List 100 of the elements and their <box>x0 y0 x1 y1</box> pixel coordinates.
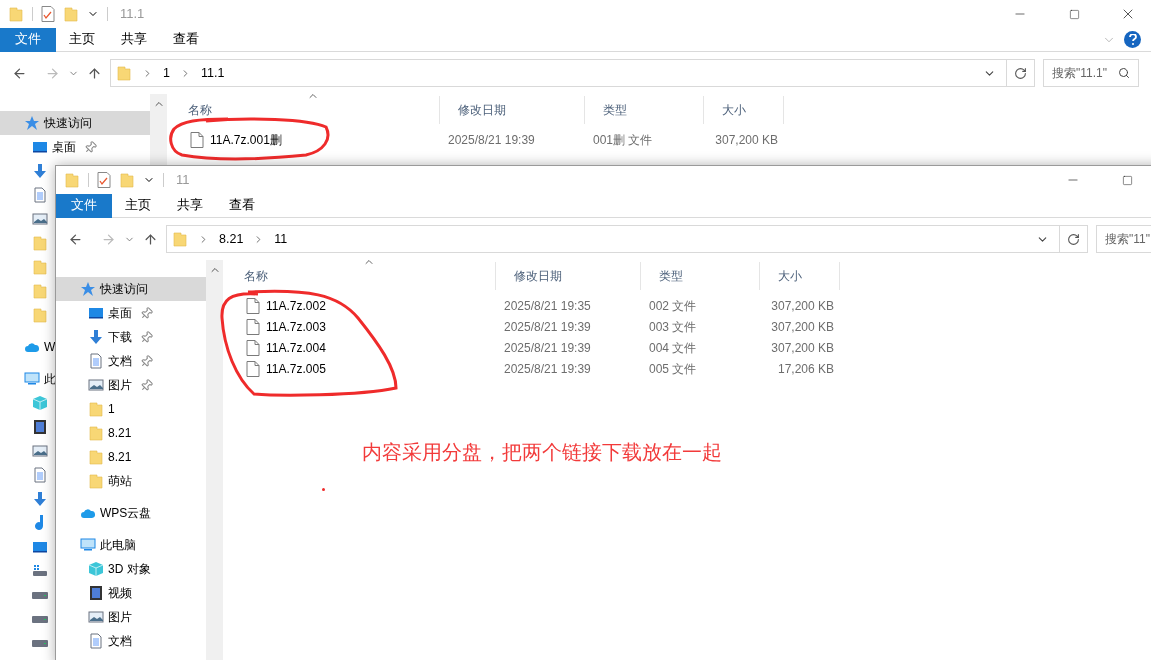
down-arrow-icon <box>32 163 48 179</box>
breadcrumb[interactable]: 1 <box>163 63 170 83</box>
date-cell-text: 2025/8/21 19:39 <box>447 131 536 149</box>
ribbon-tab[interactable]: 主页 <box>56 27 108 52</box>
file-menu-tab[interactable]: 文件 <box>0 27 56 52</box>
address-bar[interactable]: 8.21 11 <box>166 225 1088 253</box>
file-name[interactable]: 11A.7z.004 <box>266 338 326 357</box>
back-icon[interactable] <box>12 65 27 81</box>
size-cell-text: 307,200 KB <box>770 318 835 336</box>
column-header[interactable]: 大小 <box>704 96 784 124</box>
sidebar-item[interactable]: 萌站 <box>56 469 139 493</box>
forward-icon[interactable] <box>45 65 60 81</box>
document-icon <box>32 187 48 203</box>
back-icon[interactable] <box>68 231 83 247</box>
film-icon <box>32 419 48 435</box>
computer-icon <box>24 371 40 387</box>
file-icon <box>246 297 260 314</box>
ribbon-tab[interactable]: 查看 <box>216 193 268 218</box>
type-cell-text: 001删 文件 <box>592 131 654 149</box>
picture-icon <box>32 443 48 459</box>
ribbon-tab[interactable]: 查看 <box>160 27 212 52</box>
up-icon[interactable] <box>143 231 158 247</box>
properties-icon[interactable] <box>97 172 111 188</box>
file-name[interactable]: 11A.7z.003 <box>266 317 326 336</box>
picture-icon <box>88 377 104 393</box>
address-bar[interactable]: 1 11.1 <box>110 59 1035 87</box>
sidebar-item[interactable]: W <box>0 335 59 359</box>
sidebar-item[interactable]: 快速访问 <box>56 277 206 301</box>
column-header[interactable]: 修改日期 <box>440 96 585 124</box>
search-field[interactable]: 搜索"11" <box>1096 225 1151 253</box>
type-cell-text: 004 文件 <box>648 339 698 357</box>
column-header[interactable]: 大小 <box>760 262 840 290</box>
file-name[interactable]: 11A.7z.005 <box>266 359 326 378</box>
sidebar-item[interactable]: 桌面 <box>56 301 156 325</box>
folder-icon <box>32 283 48 299</box>
scrollbar[interactable] <box>206 260 223 660</box>
drive-icon <box>32 639 48 647</box>
folder-icon <box>63 6 79 22</box>
type-cell-text: 003 文件 <box>648 318 698 336</box>
sidebar-item[interactable]: 图片 <box>56 605 135 629</box>
search-field[interactable]: 搜索"11.1" <box>1043 59 1139 87</box>
column-header[interactable]: 名称 <box>226 262 496 290</box>
sidebar-item[interactable]: 3D 对象 <box>56 557 154 581</box>
type-cell-text: 002 文件 <box>648 297 698 315</box>
forward-icon[interactable] <box>101 231 116 247</box>
date-cell-text: 2025/8/21 19:35 <box>503 297 592 315</box>
column-header[interactable]: 名称 <box>170 96 440 124</box>
file-name[interactable]: 11A.7z.001删 <box>210 130 282 149</box>
folder-icon <box>116 65 132 81</box>
file-icon <box>246 339 260 356</box>
folder-icon <box>32 259 48 275</box>
folder-icon <box>64 172 80 188</box>
file-name[interactable]: 11A.7z.002 <box>266 296 326 315</box>
monitor-icon <box>88 305 104 321</box>
sidebar-item[interactable]: 8.21 <box>56 421 139 445</box>
type-cell-text: 005 文件 <box>648 360 698 378</box>
star-icon <box>80 281 96 297</box>
ribbon-tab[interactable]: 共享 <box>164 193 216 218</box>
ribbon-tab[interactable]: 共享 <box>108 27 160 52</box>
sidebar-item[interactable]: 图片 <box>56 373 156 397</box>
breadcrumb[interactable]: 11 <box>274 229 288 249</box>
sidebar-item[interactable]: 文档 <box>56 629 135 653</box>
ribbon-tab[interactable]: 主页 <box>112 193 164 218</box>
drive-icon <box>32 563 48 579</box>
sidebar-item[interactable]: 快速访问 <box>0 111 150 135</box>
star-icon <box>24 115 40 131</box>
drive-icon <box>32 615 48 623</box>
file-icon <box>190 131 204 148</box>
folder-icon <box>88 473 104 489</box>
refresh-icon[interactable] <box>1014 66 1027 80</box>
search-icon[interactable] <box>1118 67 1130 79</box>
sidebar-item[interactable]: 文档 <box>56 349 156 373</box>
sidebar-item[interactable]: WPS云盘 <box>56 501 155 525</box>
window-title: 11.1 <box>120 5 145 24</box>
sidebar-item[interactable]: 视频 <box>56 581 135 605</box>
up-icon[interactable] <box>87 65 102 81</box>
date-cell-text: 2025/8/21 19:39 <box>503 318 592 336</box>
column-header[interactable]: 类型 <box>585 96 704 124</box>
breadcrumb[interactable]: 11.1 <box>200 63 225 83</box>
sidebar-item[interactable]: 此电脑 <box>56 533 139 557</box>
file-menu-tab[interactable]: 文件 <box>56 193 112 218</box>
maximize-icon[interactable] <box>1121 174 1133 186</box>
computer-icon <box>80 537 96 553</box>
help-icon[interactable] <box>1124 31 1141 48</box>
sidebar-item[interactable]: 8.21 <box>56 445 139 469</box>
breadcrumb[interactable]: 8.21 <box>219 229 244 249</box>
column-header[interactable]: 类型 <box>641 262 760 290</box>
refresh-icon[interactable] <box>1067 232 1080 246</box>
file-icon <box>246 360 260 377</box>
properties-icon[interactable] <box>41 6 55 22</box>
sidebar-item[interactable]: 桌面 <box>0 135 100 159</box>
document-icon <box>32 467 48 483</box>
column-header[interactable]: 修改日期 <box>496 262 641 290</box>
sidebar-item[interactable]: 1 <box>56 397 122 421</box>
folder-icon <box>88 425 104 441</box>
maximize-icon[interactable] <box>1068 8 1080 20</box>
sidebar-item[interactable]: 下载 <box>56 325 156 349</box>
folder-icon <box>172 231 188 247</box>
file-icon <box>246 318 260 335</box>
size-cell-text: 17,206 KB <box>776 360 835 378</box>
